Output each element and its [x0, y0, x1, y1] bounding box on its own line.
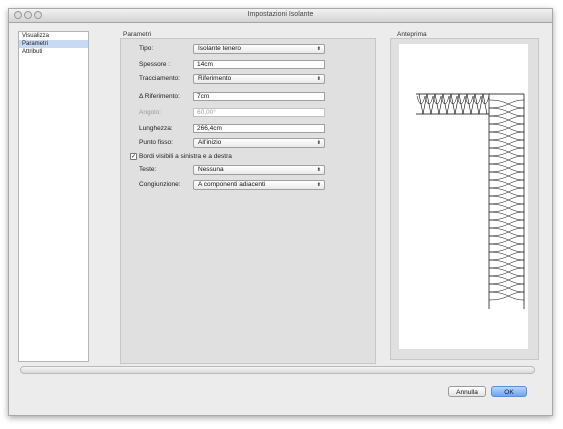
popup-arrows-icon: ⬍ — [316, 46, 321, 52]
preview-canvas — [399, 44, 528, 349]
parameters-panel — [120, 38, 376, 364]
tipo-value: Isolante tenero — [198, 45, 242, 52]
preview-panel — [390, 38, 539, 360]
category-sidebar: Visualizza Parametri Attributi — [18, 31, 89, 362]
tracciamento-value: Riferimento — [198, 75, 232, 82]
teste-value: Nessuna — [198, 166, 224, 173]
angolo-label: Angolo: — [139, 109, 162, 116]
parameters-section-title: Parametri — [123, 31, 152, 38]
tracciamento-select[interactable]: Riferimento ⬍ — [193, 74, 325, 84]
progress-bar — [20, 366, 535, 374]
sidebar-item-attributi[interactable]: Attributi — [19, 48, 88, 56]
punto-fisso-label: Punto fisso: — [139, 139, 173, 146]
tipo-label: Tipo: — [139, 45, 154, 52]
cancel-button[interactable]: Annulla — [448, 386, 486, 397]
preview-section-title: Anteprima — [397, 31, 427, 38]
congiunzione-value: A componenti adiacenti — [198, 181, 266, 188]
popup-arrows-icon: ⬍ — [316, 167, 321, 173]
spessore-field[interactable]: 14cm — [193, 60, 325, 69]
popup-arrows-icon: ⬍ — [316, 76, 321, 82]
title-bar[interactable]: Impostazioni Isolante — [9, 9, 552, 23]
tipo-select[interactable]: Isolante tenero ⬍ — [193, 44, 325, 54]
popup-arrows-icon: ⬍ — [316, 140, 321, 146]
teste-select[interactable]: Nessuna ⬍ — [193, 165, 325, 175]
punto-fisso-select[interactable]: All'inizio ⬍ — [193, 138, 325, 148]
checkmark-icon: ✓ — [131, 154, 137, 160]
delta-riferimento-field[interactable]: 7cm — [193, 92, 325, 101]
congiunzione-label: Congiunzione: — [139, 181, 181, 188]
bordi-visibili-checkbox[interactable]: ✓ — [130, 153, 137, 160]
congiunzione-select[interactable]: A componenti adiacenti ⬍ — [193, 180, 325, 190]
window-title: Impostazioni Isolante — [247, 11, 314, 18]
bordi-visibili-label[interactable]: Bordi visibili a sinistra e a destra — [139, 153, 232, 160]
tracciamento-label: Tracciamento: — [139, 75, 180, 82]
teste-label: Teste: — [139, 166, 157, 173]
angolo-field: 60,00° — [193, 108, 325, 117]
delta-riferimento-label: Δ Riferimento: — [139, 93, 180, 100]
ok-button[interactable]: OK — [491, 386, 527, 397]
lunghezza-field[interactable]: 266,4cm — [193, 124, 325, 133]
lunghezza-label: Lunghezza: — [139, 125, 173, 132]
popup-arrows-icon: ⬍ — [316, 182, 321, 188]
sidebar-item-parametri[interactable]: Parametri — [19, 40, 88, 48]
sidebar-item-visualizza[interactable]: Visualizza — [19, 32, 88, 40]
spessore-label: Spessore : — [139, 61, 171, 68]
insulation-preview-drawing — [416, 93, 525, 309]
punto-fisso-value: All'inizio — [198, 139, 222, 146]
